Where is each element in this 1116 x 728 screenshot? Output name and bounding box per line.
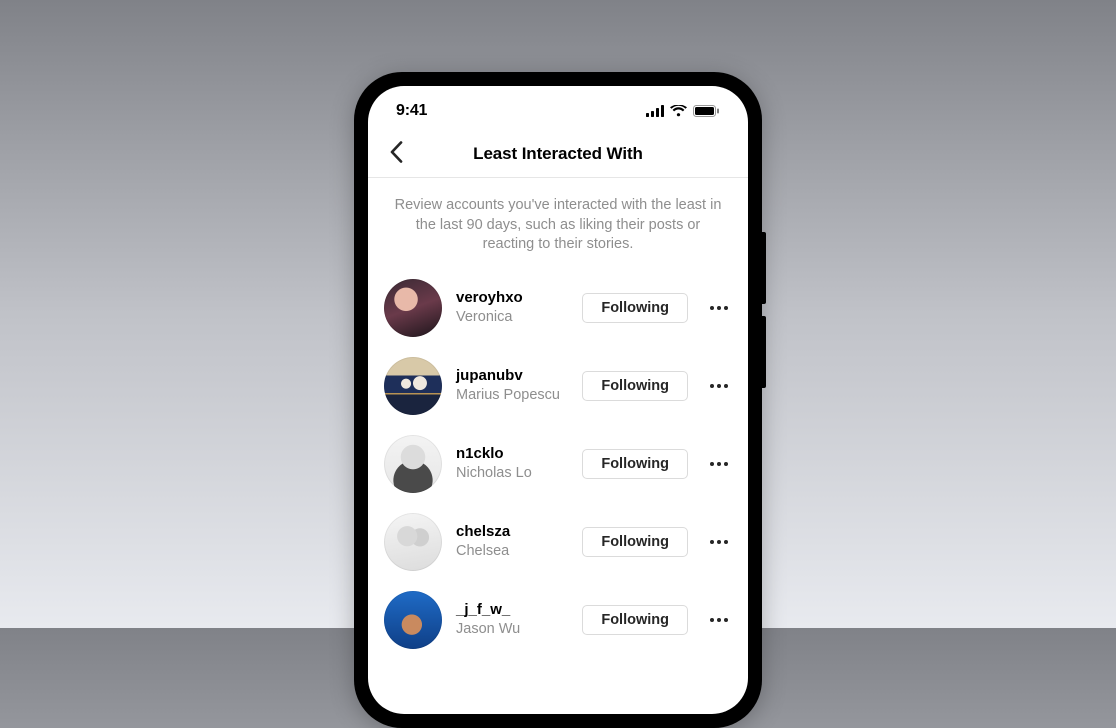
nav-bar: Least Interacted With xyxy=(368,130,748,178)
chevron-left-icon xyxy=(390,141,403,166)
following-button[interactable]: Following xyxy=(582,605,688,635)
account-row: n1cklo Nicholas Lo Following xyxy=(384,425,732,503)
avatar[interactable] xyxy=(384,591,442,649)
account-info[interactable]: jupanubv Marius Popescu xyxy=(456,367,568,404)
back-button[interactable] xyxy=(382,140,410,168)
more-options-button[interactable] xyxy=(706,373,732,399)
ellipsis-icon xyxy=(710,384,728,388)
status-bar: 9:41 xyxy=(368,86,748,130)
account-fullname: Veronica xyxy=(456,308,568,326)
account-username: jupanubv xyxy=(456,367,568,386)
avatar[interactable] xyxy=(384,357,442,415)
following-button[interactable]: Following xyxy=(582,527,688,557)
cellular-signal-icon xyxy=(646,105,664,117)
status-time: 9:41 xyxy=(396,102,427,120)
account-fullname: Marius Popescu xyxy=(456,386,568,404)
account-info[interactable]: veroyhxo Veronica xyxy=(456,289,568,326)
more-options-button[interactable] xyxy=(706,529,732,555)
account-username: veroyhxo xyxy=(456,289,568,308)
account-info[interactable]: _j_f_w_ Jason Wu xyxy=(456,601,568,638)
status-right xyxy=(646,105,720,117)
account-row: veroyhxo Veronica Following xyxy=(384,269,732,347)
more-options-button[interactable] xyxy=(706,451,732,477)
phone-frame: 9:41 Least Interacted With Re xyxy=(354,72,762,728)
battery-icon xyxy=(693,105,720,117)
wifi-icon xyxy=(670,105,687,117)
side-button xyxy=(762,232,766,304)
ellipsis-icon xyxy=(710,306,728,310)
accounts-list: veroyhxo Veronica Following jupanubv Mar… xyxy=(368,269,748,659)
account-fullname: Jason Wu xyxy=(456,620,568,638)
account-username: n1cklo xyxy=(456,445,568,464)
ellipsis-icon xyxy=(710,618,728,622)
account-info[interactable]: chelsza Chelsea xyxy=(456,523,568,560)
ellipsis-icon xyxy=(710,540,728,544)
avatar[interactable] xyxy=(384,435,442,493)
avatar[interactable] xyxy=(384,513,442,571)
avatar[interactable] xyxy=(384,279,442,337)
side-button xyxy=(762,316,766,388)
more-options-button[interactable] xyxy=(706,607,732,633)
account-row: _j_f_w_ Jason Wu Following xyxy=(384,581,732,659)
description-text: Review accounts you've interacted with t… xyxy=(368,178,748,269)
following-button[interactable]: Following xyxy=(582,449,688,479)
account-info[interactable]: n1cklo Nicholas Lo xyxy=(456,445,568,482)
account-row: jupanubv Marius Popescu Following xyxy=(384,347,732,425)
following-button[interactable]: Following xyxy=(582,371,688,401)
account-username: chelsza xyxy=(456,523,568,542)
ellipsis-icon xyxy=(710,462,728,466)
account-fullname: Chelsea xyxy=(456,542,568,560)
account-row: chelsza Chelsea Following xyxy=(384,503,732,581)
following-button[interactable]: Following xyxy=(582,293,688,323)
page-title: Least Interacted With xyxy=(473,144,643,164)
screen: 9:41 Least Interacted With Re xyxy=(368,86,748,714)
more-options-button[interactable] xyxy=(706,295,732,321)
account-username: _j_f_w_ xyxy=(456,601,568,620)
account-fullname: Nicholas Lo xyxy=(456,464,568,482)
